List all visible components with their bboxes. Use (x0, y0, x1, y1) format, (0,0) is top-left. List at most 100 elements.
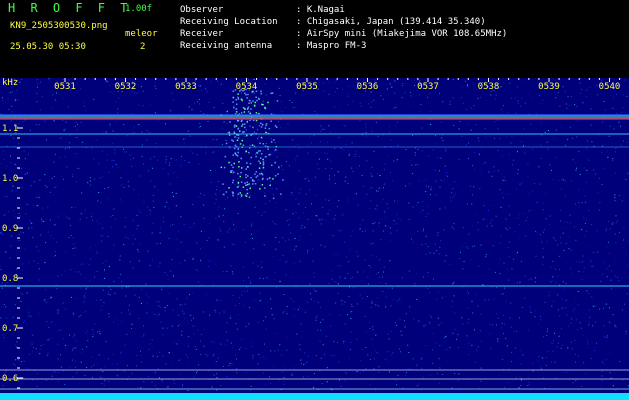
noise-dot (104, 269, 105, 271)
noise-dot (362, 271, 364, 273)
noise-dot (138, 104, 140, 106)
noise-dot (347, 104, 349, 106)
noise-dot (154, 82, 156, 84)
meteor-echo-dot (232, 171, 235, 174)
noise-dot (243, 280, 245, 282)
meteor-echo-dot (259, 173, 261, 175)
noise-dot (72, 336, 74, 338)
noise-dot (299, 344, 301, 346)
noise-dot (296, 155, 298, 157)
noise-dot (24, 173, 26, 175)
meteor-echo-dot (248, 151, 250, 154)
noise-dot (226, 339, 228, 341)
noise-dot (524, 275, 526, 277)
noise-dot (253, 79, 255, 80)
noise-dot (96, 220, 98, 222)
noise-dot (602, 307, 604, 309)
noise-dot (444, 295, 446, 297)
noise-dot (485, 256, 487, 258)
noise-dot (394, 200, 395, 202)
noise-dot (432, 349, 433, 351)
noise-dot (484, 128, 486, 130)
noise-dot (430, 124, 432, 125)
noise-dot (423, 228, 425, 230)
noise-dot (146, 312, 148, 314)
noise-dot (117, 112, 119, 114)
meteor-echo-dot (228, 131, 230, 134)
noise-dot (432, 149, 434, 151)
noise-dot (577, 355, 579, 357)
meteor-echo-dot (239, 130, 241, 132)
noise-dot (275, 202, 277, 204)
noise-dot (1, 163, 3, 165)
noise-dot (626, 141, 628, 143)
noise-dot (334, 148, 336, 149)
meteor-echo-dot (246, 181, 249, 183)
noise-dot (289, 232, 291, 234)
meteor-echo-dot (260, 157, 262, 159)
noise-dot (81, 141, 83, 143)
meteor-echo-dot (235, 108, 238, 110)
noise-dot (3, 337, 5, 339)
noise-dot (369, 208, 371, 210)
noise-dot (542, 100, 544, 101)
noise-dot (168, 292, 170, 294)
noise-dot (153, 185, 155, 187)
noise-dot (391, 86, 393, 88)
noise-dot (354, 287, 355, 288)
noise-dot (223, 220, 225, 222)
noise-dot (523, 145, 524, 147)
meteor-echo-dot (250, 156, 252, 159)
meteor-echo-dot (242, 123, 244, 126)
noise-dot (180, 159, 182, 161)
noise-dot (315, 290, 317, 292)
noise-dot (430, 194, 431, 196)
noise-dot (56, 185, 58, 187)
noise-dot (196, 154, 198, 156)
noise-dot (589, 316, 591, 318)
noise-dot (419, 111, 421, 112)
meteor-echo-dot (255, 119, 258, 122)
noise-dot (583, 167, 585, 169)
noise-dot (169, 225, 171, 227)
noise-dot (120, 273, 122, 275)
noise-dot (368, 264, 370, 266)
noise-dot (187, 390, 189, 391)
noise-dot (503, 333, 504, 334)
noise-dot (293, 107, 295, 109)
noise-dot (98, 192, 100, 193)
noise-dot (57, 330, 59, 332)
noise-dot (576, 167, 577, 169)
noise-dot (396, 213, 398, 215)
noise-dot (615, 215, 617, 217)
noise-dot (474, 245, 476, 247)
noise-dot (517, 100, 519, 102)
noise-dot (173, 275, 174, 277)
noise-dot (281, 370, 283, 372)
meteor-echo-dot (255, 171, 258, 173)
noise-dot (310, 233, 312, 235)
meteor-echo-dot (235, 125, 238, 127)
noise-dot (32, 379, 34, 381)
meteor-echo-dot (237, 137, 240, 139)
noise-dot (351, 85, 353, 87)
noise-dot (80, 88, 82, 90)
noise-dot (445, 335, 447, 337)
noise-dot (92, 376, 93, 378)
noise-dot (402, 85, 403, 86)
noise-dot (323, 353, 325, 355)
noise-dot (479, 330, 481, 332)
noise-dot (420, 358, 422, 360)
noise-dot (514, 97, 516, 99)
y-tick-label: 1.0 (2, 174, 18, 184)
meteor-echo-dot (222, 183, 224, 185)
noise-dot (535, 255, 537, 257)
noise-dot (579, 322, 581, 324)
noise-dot (372, 326, 374, 328)
noise-dot (131, 165, 132, 167)
noise-dot (490, 222, 492, 224)
noise-dot (330, 131, 332, 133)
noise-dot (477, 305, 479, 307)
noise-dot (69, 366, 71, 368)
noise-dot (154, 385, 156, 387)
